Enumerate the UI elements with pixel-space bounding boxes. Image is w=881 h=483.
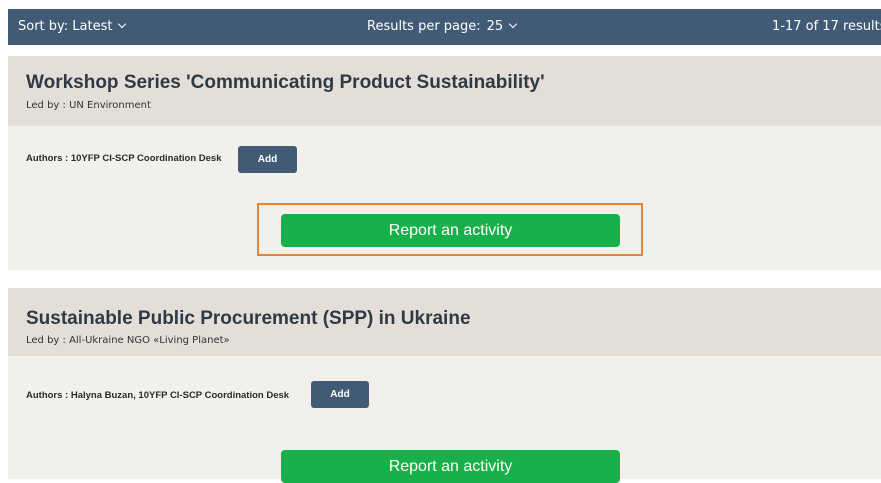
sort-label: Sort by: Latest — [18, 19, 113, 34]
results-count: 1-17 of 17 results — [772, 19, 881, 34]
sort-dropdown[interactable]: Sort by: Latest — [18, 19, 127, 34]
results-per-page-value: 25 — [486, 19, 504, 34]
activity-card: Sustainable Public Procurement (SPP) in … — [8, 288, 881, 483]
report-activity-button[interactable]: Report an activity — [281, 450, 620, 483]
add-author-button[interactable]: Add — [311, 381, 369, 408]
card-authors: Authors : 10YFP CI-SCP Coordination Desk — [26, 153, 222, 164]
card-title[interactable]: Workshop Series 'Communicating Product S… — [26, 72, 545, 94]
chevron-down-icon — [118, 19, 127, 29]
card-header: Sustainable Public Procurement (SPP) in … — [8, 288, 881, 356]
results-per-page-dropdown[interactable]: Results per page: 25 — [367, 19, 518, 34]
report-activity-button[interactable]: Report an activity — [281, 214, 620, 247]
results-toolbar: Sort by: Latest Results per page: 25 1-17… — [8, 9, 881, 45]
results-per-page-label: Results per page: — [367, 19, 481, 34]
add-author-button[interactable]: Add — [238, 146, 297, 173]
card-led-by: Led by : UN Environment — [26, 100, 151, 111]
card-authors: Authors : Halyna Buzan, 10YFP CI-SCP Coo… — [26, 390, 290, 401]
card-title[interactable]: Sustainable Public Procurement (SPP) in … — [26, 308, 471, 330]
chevron-down-icon — [508, 19, 518, 29]
card-led-by: Led by : All-Ukraine NGO «Living Planet» — [26, 335, 230, 346]
activity-card: Workshop Series 'Communicating Product S… — [8, 56, 881, 270]
card-header: Workshop Series 'Communicating Product S… — [8, 56, 881, 126]
